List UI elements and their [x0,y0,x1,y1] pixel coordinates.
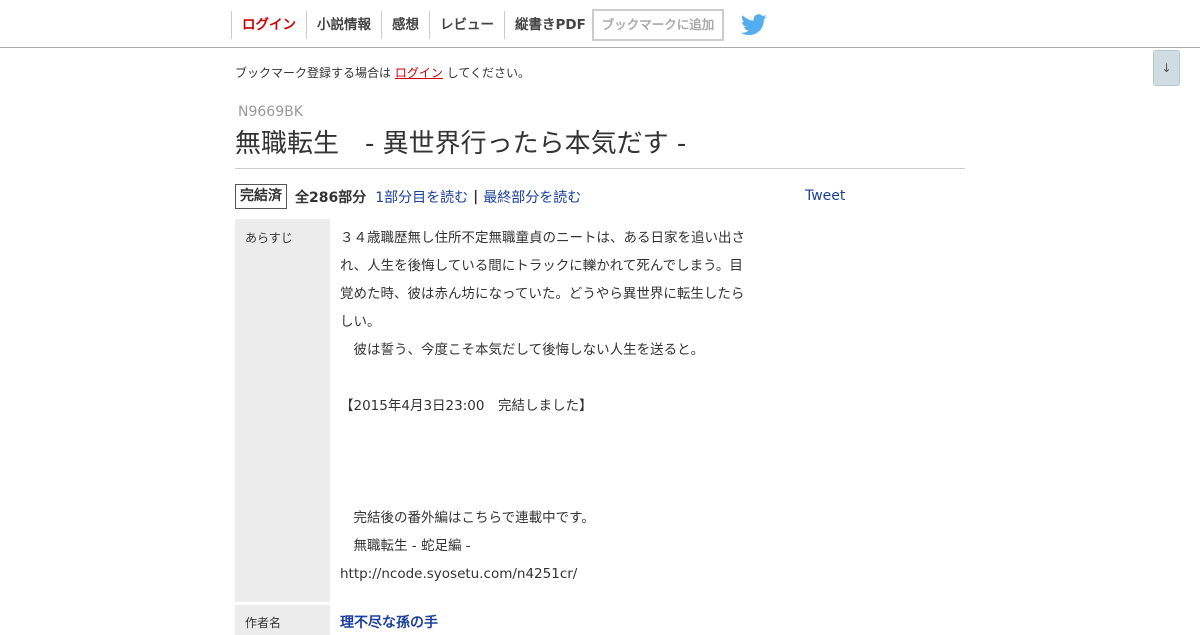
summary-line [340,448,770,476]
tweet-link[interactable]: Tweet [805,188,845,204]
summary-line [340,420,770,448]
novel-code: N9669BK [238,104,303,120]
nav-novel-info[interactable]: 小説情報 [306,11,381,39]
summary-line: 完結後の番外編はこちらで連載中です。 [340,510,595,526]
add-bookmark-button[interactable]: ブックマークに追加 [592,9,724,41]
notice-prefix: ブックマーク登録する場合は [235,66,392,80]
nav-list: ログイン 小説情報 感想 レビュー 縦書きPDF [231,11,596,39]
nav-review[interactable]: レビュー [429,11,504,39]
read-first-link[interactable]: 1部分目を読む [375,187,468,207]
summary-line [340,476,770,504]
notice-suffix: してください。 [446,66,530,80]
summary-line: れ、人生を後悔している間にトラックに轢かれて死んでしまう。目 [340,258,743,274]
summary-line: 無職転生 - 蛇足編 - [340,538,471,554]
part-count: 全286部分 [295,189,367,206]
summary-line: しい。 [340,314,381,330]
bookmark-login-notice: ブックマーク登録する場合は ログイン してください。 [235,64,530,81]
author-name-link[interactable]: 理不尽な孫の手 [340,612,438,632]
twitter-bird-icon[interactable] [741,14,767,36]
nav-login[interactable]: ログイン [231,11,306,39]
read-last-link[interactable]: 最終部分を読む [483,187,581,207]
summary-line: 覚めた時、彼は赤ん坊になっていた。どうやら異世界に転生したら [340,286,745,302]
nav-vertical-pdf[interactable]: 縦書きPDF [504,11,596,39]
summary-line [340,364,770,392]
summary-text: ３４歳職歴無し住所不定無職童貞のニートは、ある日家を追い出さ れ、人生を後悔して… [340,224,770,588]
nav-impressions[interactable]: 感想 [381,11,429,39]
summary-label: あらすじ [235,219,330,602]
novel-title: 無職転生 - 異世界行ったら本気だす - [235,126,965,169]
summary-line: 彼は誓う、今度こそ本気だして後悔しない人生を送ると。 [340,342,705,358]
link-separator: | [473,188,479,205]
status-badge: 完結済 [235,184,287,209]
top-navigation: ログイン 小説情報 感想 レビュー 縦書きPDF ブックマークに追加 [0,0,1200,48]
status-row: 完結済 全286部分 1部分目を読む | 最終部分を読む [235,184,581,209]
author-label: 作者名 [235,605,330,635]
scroll-down-button[interactable]: ↓ [1153,50,1180,86]
summary-url[interactable]: http://ncode.syosetu.com/n4251cr/ [340,560,770,588]
summary-line: ３４歳職歴無し住所不定無職童貞のニートは、ある日家を追い出さ [340,230,745,246]
summary-line: 【2015年4月3日23:00 完結しました】 [340,398,593,414]
notice-login-link[interactable]: ログイン [395,66,443,80]
